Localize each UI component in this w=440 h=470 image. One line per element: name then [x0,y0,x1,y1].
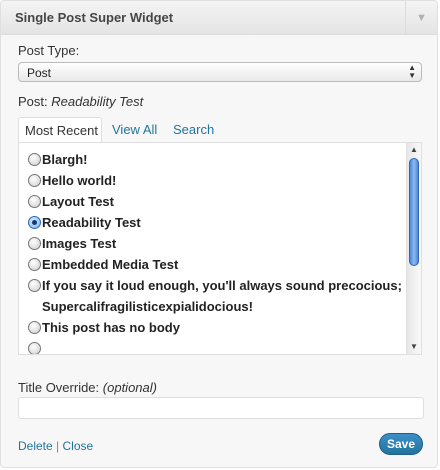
post-title: Embedded Media Test [42,257,179,272]
post-list: Blargh! Hello world! Layout Test Readabi… [28,149,403,354]
post-title: Layout Test [42,194,114,209]
post-label: Post: [18,94,48,109]
post-title: Hello world! [42,173,117,188]
footer-links: Delete | Close [18,439,93,453]
scroll-thumb[interactable] [409,158,419,266]
title-override-label: Title Override: [18,380,100,395]
delete-link[interactable]: Delete [18,439,53,453]
scroll-down-icon[interactable]: ▼ [407,340,421,354]
list-item[interactable]: Embedded Media Test [28,254,403,275]
select-arrows-icon: ▲ ▼ [408,63,416,80]
post-title: Readability Test [42,215,141,230]
post-type-selected-value: Post [27,66,52,80]
radio-button-checked[interactable] [28,216,41,229]
post-list-panel: Blargh! Hello world! Layout Test Readabi… [18,142,422,355]
tab-most-recent[interactable]: Most Recent [18,117,102,143]
post-title: If you say it loud enough, you'll always… [42,278,402,314]
radio-button[interactable] [28,174,41,187]
save-button[interactable]: Save [379,433,423,455]
scroll-up-icon[interactable]: ▲ [407,143,421,157]
close-link[interactable]: Close [63,439,94,453]
title-override-label-row: Title Override: (optional) [18,380,157,395]
widget-panel: Single Post Super Widget ▼ Post Type: Po… [0,0,438,468]
radio-button[interactable] [28,342,41,354]
widget-title: Single Post Super Widget [15,10,174,25]
list-scrollbar[interactable]: ▲ ▼ [406,143,421,354]
title-override-hint: (optional) [102,380,157,395]
list-item[interactable]: This post has no body [28,317,403,338]
post-title: Blargh! [42,152,88,167]
radio-button[interactable] [28,279,41,292]
tab-search[interactable]: Search [173,117,214,142]
tab-view-all[interactable]: View All [112,117,157,142]
widget-header[interactable]: Single Post Super Widget ▼ [1,1,437,35]
list-item[interactable] [28,338,403,354]
list-item[interactable]: If you say it loud enough, you'll always… [28,275,403,317]
post-title: Images Test [42,236,117,251]
post-type-select[interactable]: Post ▲ ▼ [18,62,422,82]
list-item[interactable]: Hello world! [28,170,403,191]
collapse-toggle-icon[interactable]: ▼ [405,1,437,34]
selected-post-line: Post: Readability Test [18,94,143,109]
title-override-input[interactable] [18,397,424,419]
post-type-label: Post Type: [18,43,80,58]
link-separator: | [56,439,60,453]
radio-button[interactable] [28,195,41,208]
list-item[interactable]: Images Test [28,233,403,254]
radio-button[interactable] [28,237,41,250]
radio-button[interactable] [28,321,41,334]
radio-button[interactable] [28,153,41,166]
list-item[interactable]: Blargh! [28,149,403,170]
selected-post-title: Readability Test [51,94,144,109]
list-item[interactable]: Readability Test [28,212,403,233]
post-title: This post has no body [42,320,180,335]
list-item[interactable]: Layout Test [28,191,403,212]
radio-button[interactable] [28,258,41,271]
